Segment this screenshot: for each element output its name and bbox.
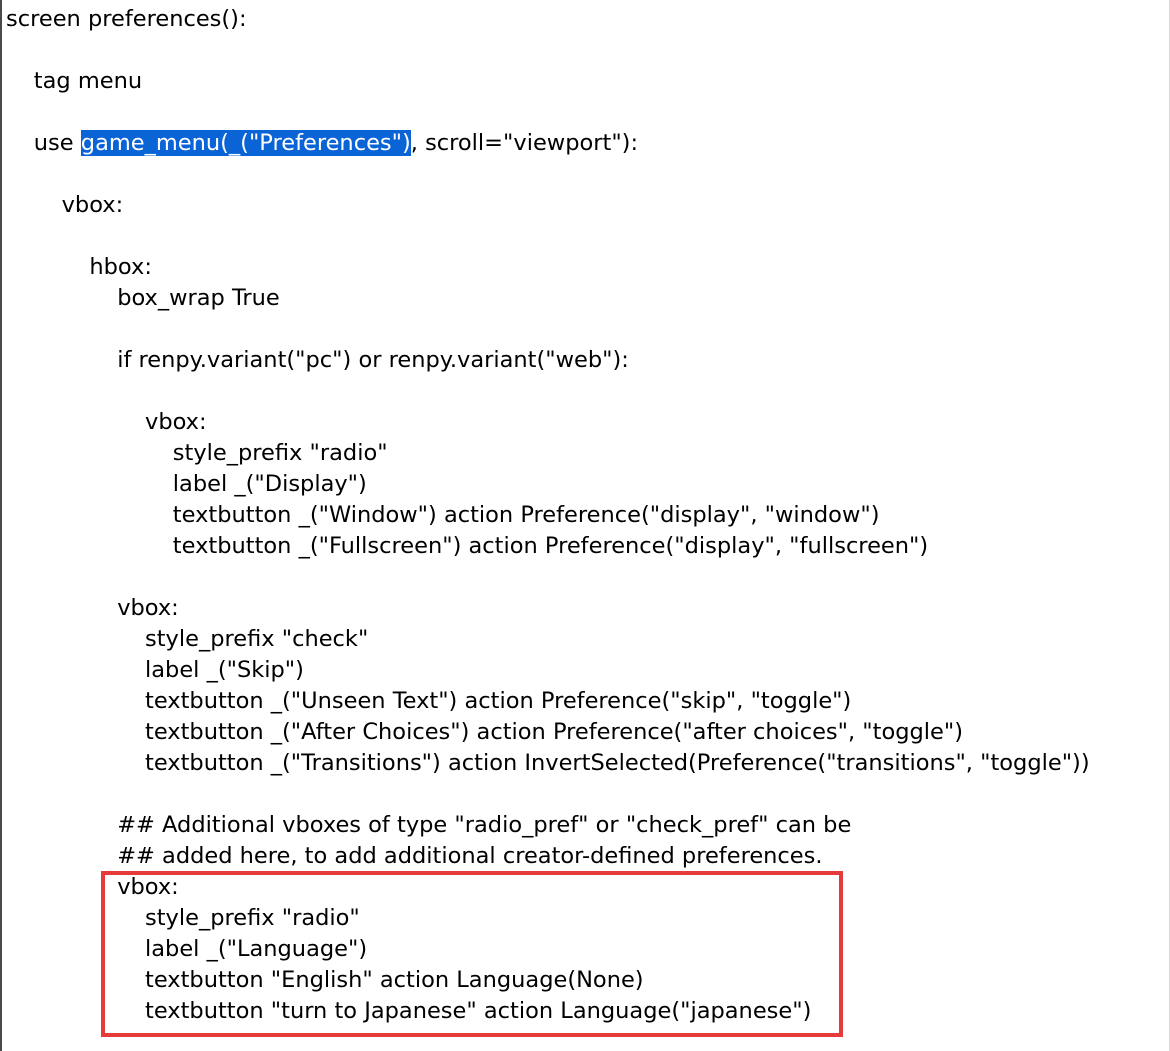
code-text: label _("Display") <box>172 471 367 497</box>
code-text: textbutton _("After Choices") action Pre… <box>145 719 964 745</box>
code-line[interactable] <box>6 35 1090 66</box>
code-text: ## Additional vboxes of type "radio_pref… <box>117 812 852 838</box>
code-line[interactable]: style_prefix "check" <box>6 624 1090 655</box>
code-text: textbutton "English" action Language(Non… <box>145 967 644 993</box>
code-text: textbutton _("Transitions") action Inver… <box>145 750 1090 776</box>
code-text: box_wrap True <box>117 285 280 311</box>
code-text: use <box>33 130 81 156</box>
code-line[interactable]: style_prefix "radio" <box>6 438 1090 469</box>
code-line[interactable]: label _("Display") <box>6 469 1090 500</box>
code-text: screen preferences(): <box>6 6 247 32</box>
code-line[interactable] <box>6 221 1090 252</box>
code-line[interactable]: textbutton "English" action Language(Non… <box>6 965 1090 996</box>
code-line[interactable]: vbox: <box>6 872 1090 903</box>
code-text: textbutton _("Window") action Preference… <box>172 502 880 528</box>
code-text: textbutton "turn to Japanese" action Lan… <box>145 998 812 1024</box>
code-text: style_prefix "radio" <box>145 905 360 931</box>
code-text: if renpy.variant("pc") or renpy.variant(… <box>117 347 629 373</box>
code-line[interactable]: box_wrap True <box>6 283 1090 314</box>
code-line[interactable]: use game_menu(_("Preferences"), scroll="… <box>6 128 1090 159</box>
code-line[interactable] <box>6 779 1090 810</box>
code-content[interactable]: screen preferences(): tag menu use game_me… <box>6 4 1090 1027</box>
code-line[interactable]: vbox: <box>6 407 1090 438</box>
code-line[interactable]: tag menu <box>6 66 1090 97</box>
code-text: , scroll="viewport"): <box>410 130 639 156</box>
code-line[interactable]: textbutton _("Unseen Text") action Prefe… <box>6 686 1090 717</box>
code-line[interactable] <box>6 159 1090 190</box>
editor-left-border <box>0 0 2 1051</box>
code-text: vbox: <box>61 192 124 218</box>
text-editor[interactable]: screen preferences(): tag menu use game_me… <box>0 0 1170 1051</box>
code-line[interactable]: ## added here, to add additional creator… <box>6 841 1090 872</box>
text-selection[interactable]: game_menu(_("Preferences") <box>80 130 411 156</box>
code-line[interactable]: textbutton _("After Choices") action Pre… <box>6 717 1090 748</box>
code-text: label _("Skip") <box>145 657 304 683</box>
code-line[interactable]: vbox: <box>6 190 1090 221</box>
code-line[interactable] <box>6 97 1090 128</box>
code-text: label _("Language") <box>145 936 368 962</box>
code-line[interactable]: label _("Language") <box>6 934 1090 965</box>
code-text: vbox: <box>117 595 179 621</box>
code-text: ## added here, to add additional creator… <box>117 843 823 869</box>
code-text: textbutton _("Fullscreen") action Prefer… <box>172 533 929 559</box>
code-line[interactable] <box>6 562 1090 593</box>
code-text: hbox: <box>89 254 152 280</box>
code-text: style_prefix "check" <box>145 626 369 652</box>
code-line[interactable]: textbutton _("Window") action Preference… <box>6 500 1090 531</box>
code-line[interactable]: vbox: <box>6 593 1090 624</box>
code-line[interactable]: label _("Skip") <box>6 655 1090 686</box>
code-line[interactable]: textbutton _("Fullscreen") action Prefer… <box>6 531 1090 562</box>
code-line[interactable]: if renpy.variant("pc") or renpy.variant(… <box>6 345 1090 376</box>
code-line[interactable]: hbox: <box>6 252 1090 283</box>
code-text: textbutton _("Unseen Text") action Prefe… <box>145 688 852 714</box>
code-text: vbox: <box>145 409 207 435</box>
code-line[interactable]: screen preferences(): <box>6 4 1090 35</box>
code-text: style_prefix "radio" <box>172 440 388 466</box>
code-line[interactable] <box>6 376 1090 407</box>
code-line[interactable]: ## Additional vboxes of type "radio_pref… <box>6 810 1090 841</box>
code-text: tag menu <box>33 68 143 94</box>
code-text: vbox: <box>117 874 179 900</box>
code-line[interactable] <box>6 314 1090 345</box>
code-line[interactable]: textbutton _("Transitions") action Inver… <box>6 748 1090 779</box>
code-line[interactable]: textbutton "turn to Japanese" action Lan… <box>6 996 1090 1027</box>
code-line[interactable]: style_prefix "radio" <box>6 903 1090 934</box>
